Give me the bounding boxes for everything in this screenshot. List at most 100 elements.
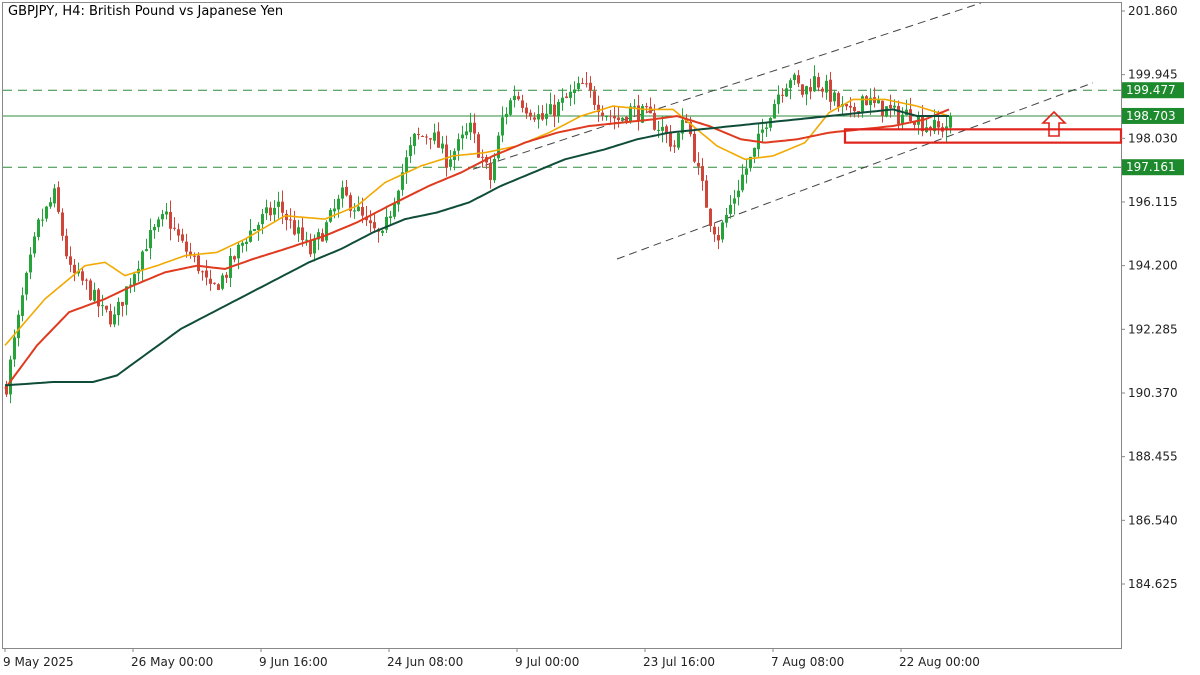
- candle-body: [177, 229, 180, 236]
- candle-body: [657, 129, 660, 131]
- candle-body: [705, 180, 708, 208]
- candle-body: [501, 117, 504, 136]
- candle-body: [33, 236, 36, 254]
- candle-body: [825, 80, 828, 93]
- candle-body: [545, 113, 548, 119]
- x-tick-label: 22 Aug 00:00: [899, 655, 980, 669]
- candle-body: [721, 222, 724, 240]
- y-tick-label: 184.625: [1128, 577, 1178, 591]
- candle-body: [221, 275, 224, 289]
- x-tick-label: 9 Jul 00:00: [515, 655, 579, 669]
- candle-body: [605, 116, 608, 118]
- candle-body: [709, 208, 712, 227]
- candle-body: [29, 254, 32, 273]
- candle-body: [369, 220, 372, 224]
- candle-body: [509, 100, 512, 115]
- candle-body: [313, 238, 316, 254]
- candle-body: [881, 100, 884, 116]
- candle-body: [141, 251, 144, 271]
- candle-body: [793, 74, 796, 81]
- price-chart: 201.860 199.945 198.030 196.115 194.200 192.2…: [2, 2, 1184, 669]
- candle-body: [445, 144, 448, 168]
- candle-body: [701, 166, 704, 181]
- candle-body: [81, 271, 84, 281]
- candle-body: [373, 222, 376, 229]
- candle-body: [257, 224, 260, 231]
- candle-body: [85, 279, 88, 281]
- candle-body: [789, 80, 792, 88]
- candle-body: [801, 84, 804, 95]
- candle-body: [581, 82, 584, 84]
- candle-body: [409, 145, 412, 157]
- candle-body: [885, 106, 888, 117]
- candle-body: [665, 126, 668, 133]
- candle-body: [493, 158, 496, 181]
- candle-body: [693, 133, 696, 162]
- candle-body: [785, 88, 788, 97]
- candle-body: [717, 235, 720, 241]
- candle-body: [745, 168, 748, 175]
- candle-body: [201, 271, 204, 273]
- candle-body: [293, 220, 296, 235]
- candle-body: [117, 301, 120, 316]
- candle-body: [829, 79, 832, 102]
- candle-body: [61, 212, 64, 236]
- x-tick-label: 7 Aug 08:00: [771, 655, 844, 669]
- y-tick-label: 188.455: [1128, 450, 1178, 464]
- candle-body: [661, 126, 664, 131]
- candle-body: [777, 94, 780, 105]
- candle-body: [9, 359, 12, 395]
- candle-body: [633, 106, 636, 108]
- candle-body: [213, 282, 216, 284]
- candle-body: [165, 211, 168, 215]
- candle-body: [13, 337, 16, 360]
- candle-body: [341, 187, 344, 199]
- candle-body: [473, 122, 476, 134]
- y-tick-label: 201.860: [1128, 4, 1178, 18]
- candle-body: [309, 240, 312, 255]
- candle-body: [189, 251, 192, 255]
- candle-body: [233, 256, 236, 260]
- candle-body: [421, 135, 424, 137]
- candle-body: [621, 117, 624, 120]
- candle-body: [225, 274, 228, 278]
- candle-body: [333, 208, 336, 212]
- candle-body: [673, 145, 676, 147]
- candle-body: [405, 157, 408, 173]
- candle-body: [109, 310, 112, 325]
- candle-body: [489, 162, 492, 180]
- candle-body: [21, 295, 24, 316]
- candle-body: [617, 117, 620, 121]
- candle-body: [185, 241, 188, 252]
- candle-body: [69, 256, 72, 265]
- candle-body: [541, 113, 544, 120]
- candle-body: [437, 131, 440, 148]
- y-tick-label: 199.945: [1128, 68, 1178, 82]
- candle-body: [949, 115, 952, 128]
- x-tick-label: 9 May 2025: [3, 655, 74, 669]
- candle-body: [425, 136, 428, 138]
- candle-body: [821, 88, 824, 92]
- candle-body: [241, 242, 244, 246]
- candle-body: [677, 133, 680, 148]
- candle-body: [813, 76, 816, 92]
- x-tick-label: 9 Jun 16:00: [259, 655, 328, 669]
- candle-body: [577, 83, 580, 89]
- candle-body: [53, 188, 56, 204]
- candle-body: [465, 131, 468, 136]
- candle-body: [361, 206, 364, 216]
- candle-body: [173, 227, 176, 229]
- candle-body: [245, 241, 248, 245]
- candle-body: [277, 201, 280, 207]
- candle-body: [389, 216, 392, 219]
- candle-body: [733, 198, 736, 204]
- candle-body: [457, 139, 460, 151]
- candle-body: [653, 112, 656, 130]
- candle-body: [353, 210, 356, 212]
- candle-body: [113, 314, 116, 325]
- candle-body: [601, 112, 604, 116]
- candle-body: [713, 226, 716, 235]
- candle-body: [593, 91, 596, 105]
- candle-body: [761, 129, 764, 133]
- candle-body: [533, 117, 536, 120]
